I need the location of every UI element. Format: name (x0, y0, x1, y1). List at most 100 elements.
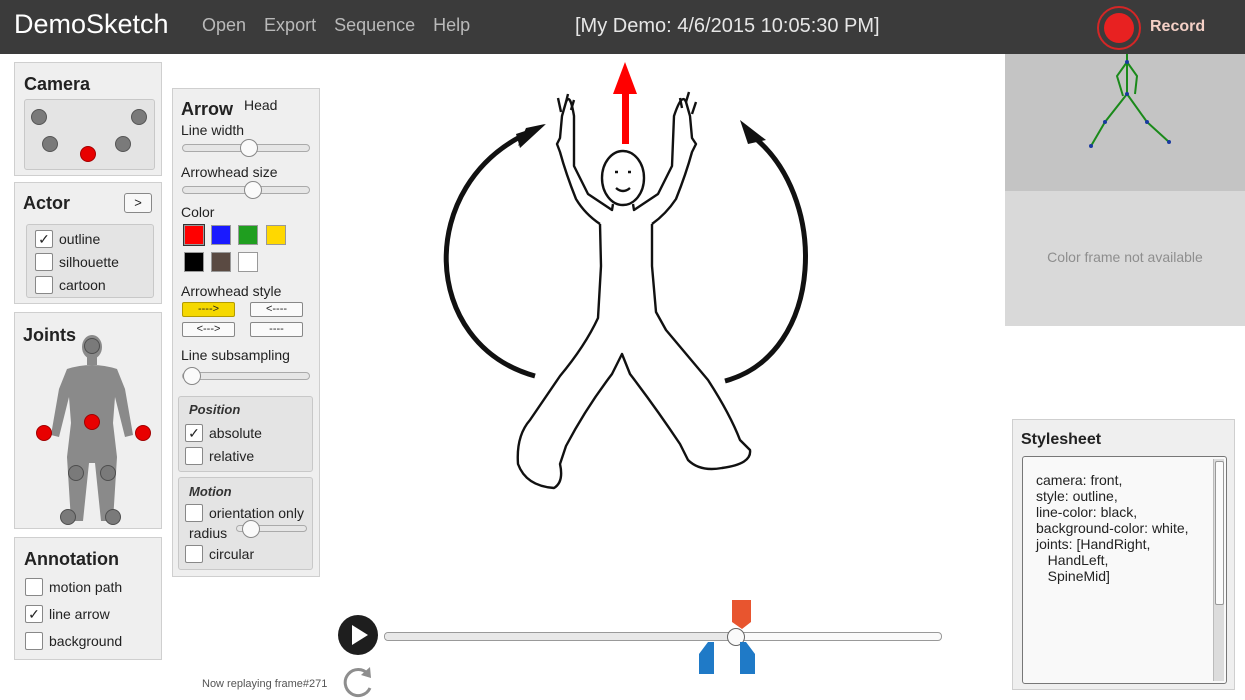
camera-dot-right[interactable] (115, 136, 131, 152)
arrowhead-style-both[interactable]: <---> (182, 322, 235, 337)
annotation-title: Annotation (24, 549, 119, 569)
joint-foot-left[interactable] (105, 509, 121, 525)
stylesheet-line: HandLeft, (1036, 552, 1109, 568)
checkbox-absolute[interactable]: ✓ (185, 424, 203, 442)
motion-option-orientation-only[interactable]: orientation only (185, 504, 304, 522)
joint-hand-right[interactable] (36, 425, 52, 441)
actor-style-list: ✓ outline silhouette cartoon (26, 224, 154, 298)
line-subsampling-label: Line subsampling (181, 347, 290, 363)
scrollbar-thumb[interactable] (1215, 461, 1224, 605)
color-swatch-brown[interactable] (211, 252, 231, 272)
sketch-canvas[interactable] (330, 54, 1000, 594)
timeline-played-region (385, 633, 737, 640)
arrowhead-style-backward[interactable]: <---- (250, 302, 303, 317)
selection-start-marker-icon (699, 642, 714, 674)
menu-export[interactable]: Export (264, 15, 316, 36)
timeline-markers[interactable] (696, 598, 760, 676)
color-swatch-yellow[interactable] (266, 225, 286, 245)
record-icon (1104, 13, 1134, 43)
position-option-absolute[interactable]: ✓ absolute (185, 424, 262, 442)
color-frame-preview: Color frame not available (1005, 191, 1245, 326)
record-button[interactable] (1097, 6, 1141, 50)
arrowhead-style-forward[interactable]: ----> (182, 302, 235, 317)
option-label: cartoon (59, 277, 106, 293)
actor-outline-figure (516, 91, 752, 490)
annotation-option-motion-path[interactable]: motion path (25, 578, 122, 596)
stylesheet-title: Stylesheet (1021, 431, 1102, 448)
arrowhead-style-label: Arrowhead style (181, 283, 282, 299)
app-title: DemoSketch (14, 9, 169, 39)
joint-foot-right[interactable] (60, 509, 76, 525)
actor-option-cartoon[interactable]: cartoon (35, 276, 106, 294)
stylesheet-line: joints: [HandRight, (1036, 536, 1151, 552)
stylesheet-text-area[interactable]: camera: front, style: outline, line-colo… (1022, 456, 1227, 684)
annotation-option-line-arrow[interactable]: ✓ line arrow (25, 605, 110, 623)
actor-option-silhouette[interactable]: silhouette (35, 253, 119, 271)
line-width-slider[interactable] (182, 139, 310, 157)
option-label: circular (209, 546, 255, 562)
timeline-track[interactable] (384, 632, 942, 641)
joint-spine-mid[interactable] (84, 414, 100, 430)
joint-head[interactable] (84, 338, 100, 354)
arrowhead-size-label: Arrowhead size (181, 164, 278, 180)
annotation-option-background[interactable]: background (25, 632, 122, 650)
option-label: silhouette (59, 254, 119, 270)
replay-icon[interactable] (340, 664, 376, 698)
actor-expand-button[interactable]: > (124, 193, 152, 213)
slider-thumb[interactable] (244, 181, 262, 199)
motion-option-circular[interactable]: circular (185, 545, 254, 563)
slider-thumb[interactable] (183, 367, 201, 385)
joint-knee-left[interactable] (100, 465, 116, 481)
color-swatch-blue[interactable] (211, 225, 231, 245)
option-label: outline (59, 231, 101, 247)
stylesheet-line: SpineMid] (1036, 568, 1110, 584)
checkbox-background[interactable] (25, 632, 43, 650)
camera-dot-back-left[interactable] (31, 109, 47, 125)
right-motion-arrow (724, 132, 808, 384)
menu-open[interactable]: Open (202, 15, 246, 36)
selection-top-marker-icon (732, 600, 751, 629)
option-label: absolute (209, 425, 262, 441)
checkbox-silhouette[interactable] (35, 253, 53, 271)
joint-knee-right[interactable] (68, 465, 84, 481)
color-swatch-black[interactable] (184, 252, 204, 272)
main-menu: Open Export Sequence Help (202, 15, 488, 36)
record-label[interactable]: Record (1150, 18, 1205, 36)
menu-sequence[interactable]: Sequence (334, 15, 415, 36)
head-arrow-icon (613, 62, 637, 94)
position-option-relative[interactable]: relative (185, 447, 254, 465)
position-group: Position ✓ absolute relative (178, 396, 313, 472)
checkbox-motion-path[interactable] (25, 578, 43, 596)
stylesheet-scrollbar[interactable] (1213, 459, 1224, 681)
camera-title: Camera (24, 74, 91, 94)
slider-thumb[interactable] (240, 139, 258, 157)
stylesheet-line: background-color: white, (1036, 520, 1189, 536)
checkbox-cartoon[interactable] (35, 276, 53, 294)
checkbox-circular[interactable] (185, 545, 203, 563)
option-label: motion path (49, 579, 123, 595)
joint-hand-left[interactable] (135, 425, 151, 441)
arrowhead-style-none[interactable]: ---- (250, 322, 303, 337)
annotation-panel: Annotation motion path ✓ line arrow backg… (14, 537, 162, 660)
color-swatch-white[interactable] (238, 252, 258, 272)
checkbox-outline[interactable]: ✓ (35, 230, 53, 248)
menu-help[interactable]: Help (433, 15, 470, 36)
actor-option-outline[interactable]: ✓ outline (35, 230, 100, 248)
play-button[interactable] (337, 614, 379, 656)
stylesheet-line: style: outline, (1036, 488, 1118, 504)
session-title: [My Demo: 4/6/2015 10:05:30 PM] (575, 15, 880, 37)
position-title: Position (189, 402, 241, 417)
checkbox-line-arrow[interactable]: ✓ (25, 605, 43, 623)
checkbox-relative[interactable] (185, 447, 203, 465)
arrowhead-size-slider[interactable] (182, 181, 310, 199)
line-subsampling-slider[interactable] (182, 367, 310, 385)
radius-slider[interactable] (236, 520, 307, 538)
checkbox-orientation-only[interactable] (185, 504, 203, 522)
camera-dot-front[interactable] (80, 146, 96, 162)
camera-dot-left[interactable] (42, 136, 58, 152)
color-swatch-green[interactable] (238, 225, 258, 245)
camera-dot-back-right[interactable] (131, 109, 147, 125)
arrow-target: Head (244, 97, 278, 113)
color-swatch-red[interactable] (183, 224, 205, 246)
slider-thumb[interactable] (242, 520, 260, 538)
